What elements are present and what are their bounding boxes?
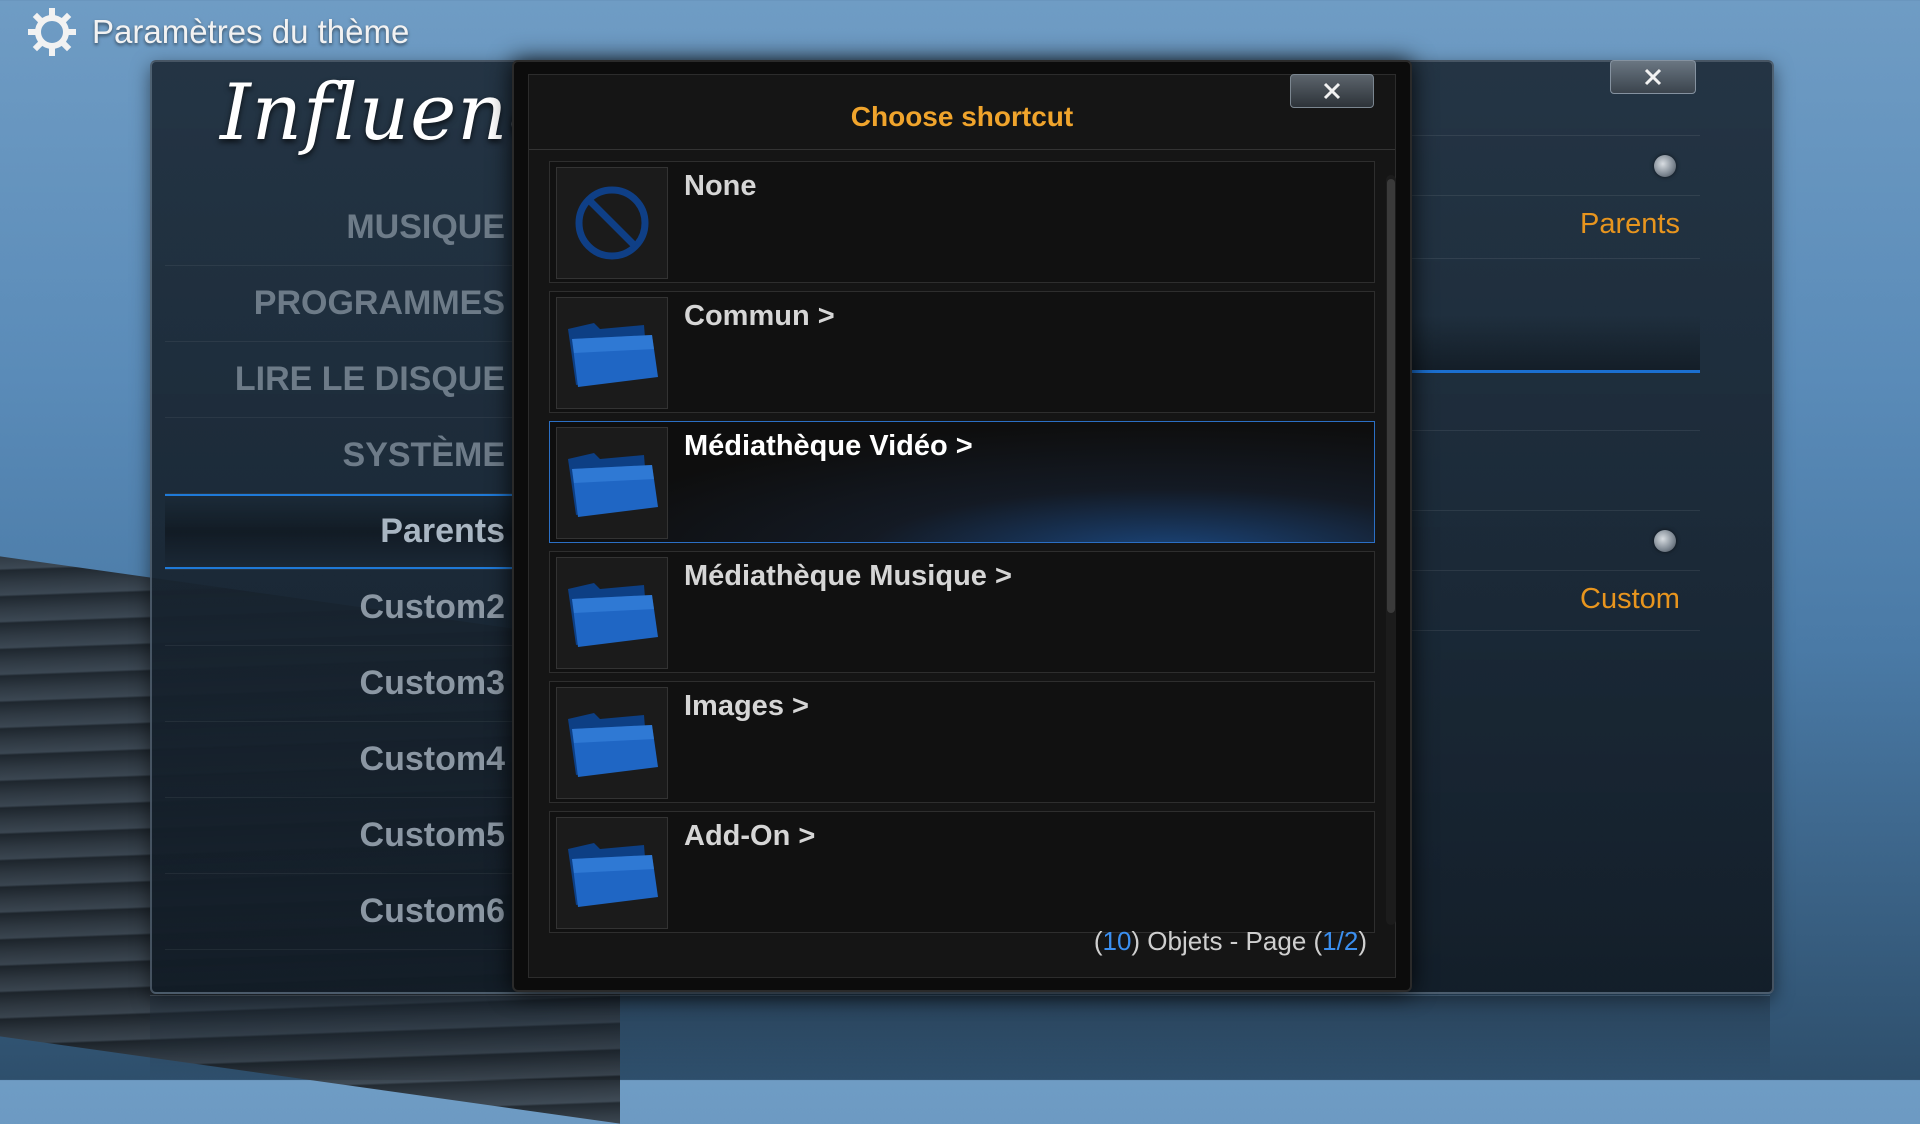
nav-item-custom5[interactable]: Custom5 [165, 798, 525, 874]
page-separator: / [1336, 926, 1344, 956]
list-item-mediatheque-video[interactable]: Médiathèque Vidéo > [549, 421, 1375, 543]
close-icon [1644, 68, 1662, 86]
thumbnail [556, 427, 668, 539]
window-title: Paramètres du thème [92, 13, 410, 50]
divider [1400, 135, 1700, 136]
divider [1400, 510, 1700, 511]
shortcut-list: None Commun > Médiathèque Vidéo > Médiat… [549, 161, 1375, 941]
nav-item-parents[interactable]: Parents [165, 494, 525, 570]
item-count: 10 [1102, 926, 1132, 956]
item-label: Médiathèque Musique > [684, 560, 1012, 592]
settings-close-button[interactable] [1610, 60, 1696, 94]
no-entry-icon [575, 186, 649, 260]
footer-objects-text: ) Objets - Page ( [1131, 926, 1323, 956]
scrollbar[interactable] [1386, 175, 1396, 925]
footer-close: ) [1358, 926, 1367, 956]
current-page: 1 [1322, 926, 1337, 956]
nav-item-programmes[interactable]: PROGRAMMES [165, 266, 525, 342]
dialog-title: Choose shortcut [850, 101, 1074, 132]
radio-toggle[interactable] [1654, 530, 1676, 552]
divider [1400, 630, 1700, 631]
thumbnail [556, 297, 668, 409]
nav-item-custom4[interactable]: Custom4 [165, 722, 525, 798]
total-pages: 2 [1343, 926, 1359, 956]
close-icon [1323, 82, 1341, 100]
scroll-thumb[interactable] [1387, 179, 1395, 613]
choose-shortcut-dialog: Choose shortcut None Commun > Médiathèqu… [512, 60, 1412, 992]
folder-icon [568, 453, 658, 517]
thumbnail [556, 557, 668, 669]
option-value-custom[interactable]: Custom [1580, 583, 1680, 616]
radio-toggle[interactable] [1654, 155, 1676, 177]
nav-item-musique[interactable]: MUSIQUE [165, 190, 525, 266]
list-item-images[interactable]: Images > [549, 681, 1375, 803]
panel-reflection [150, 995, 1770, 1081]
footer-open: ( [1093, 926, 1103, 956]
divider [1400, 258, 1700, 259]
focus-highlight [1400, 315, 1700, 373]
header: Paramètres du thème [28, 8, 409, 56]
list-item-mediatheque-musique[interactable]: Médiathèque Musique > [549, 551, 1375, 673]
nav-item-custom2[interactable]: Custom2 [165, 570, 525, 646]
item-label: None [684, 170, 757, 202]
option-value-parents[interactable]: Parents [1580, 208, 1680, 241]
dialog-body: Choose shortcut None Commun > Médiathèqu… [528, 74, 1396, 978]
folder-icon [568, 713, 658, 777]
nav-item-custom3[interactable]: Custom3 [165, 646, 525, 722]
nav-item-custom6[interactable]: Custom6 [165, 874, 525, 950]
folder-icon [568, 583, 658, 647]
divider [529, 149, 1395, 150]
divider [1400, 570, 1700, 571]
item-label: Images > [684, 690, 809, 722]
gear-icon [28, 8, 76, 56]
item-label: Commun > [684, 300, 835, 332]
nav-list: MUSIQUE PROGRAMMES LIRE LE DISQUE SYSTÈM… [165, 190, 525, 950]
divider [1400, 430, 1700, 431]
list-item-commun[interactable]: Commun > [549, 291, 1375, 413]
thumbnail [556, 817, 668, 929]
list-item-add-on[interactable]: Add-On > [549, 811, 1375, 933]
item-label: Médiathèque Vidéo > [684, 430, 973, 462]
nav-item-lire-le-disque[interactable]: LIRE LE DISQUE [165, 342, 525, 418]
thumbnail [556, 687, 668, 799]
page-info: (10) Objets - Page (1/2) [1094, 926, 1367, 957]
thumbnail [556, 167, 668, 279]
nav-item-systeme[interactable]: SYSTÈME [165, 418, 525, 494]
item-label: Add-On > [684, 820, 816, 852]
list-item-none[interactable]: None [549, 161, 1375, 283]
divider [1400, 195, 1700, 196]
folder-icon [568, 323, 658, 387]
dialog-close-button[interactable] [1290, 74, 1374, 108]
folder-icon [568, 843, 658, 907]
